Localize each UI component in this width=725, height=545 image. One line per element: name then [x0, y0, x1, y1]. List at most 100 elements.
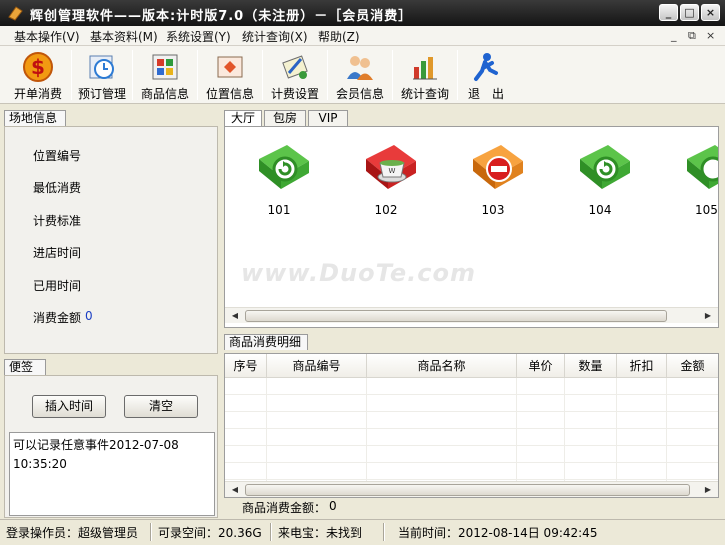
status-current-time: 当前时间：2012-08-14日 09:42:45 — [398, 526, 598, 540]
money-icon: $ — [23, 52, 53, 82]
exit-icon — [474, 53, 498, 81]
room-number: 102 — [374, 203, 398, 217]
column-header-quantity[interactable]: 数量 — [565, 354, 617, 378]
scroll-thumb[interactable] — [245, 484, 690, 496]
room-103[interactable]: 103 — [457, 135, 529, 225]
venue-tab[interactable]: 场地信息 — [4, 110, 66, 126]
tab-hall[interactable]: 大厅 — [224, 110, 262, 127]
tab-vip[interactable]: VIP — [308, 110, 348, 126]
detail-scrollbar[interactable]: ◀ ▶ — [225, 481, 718, 497]
room-occupied-icon: W — [366, 145, 416, 189]
status-caller-device: 来电宝：未找到 — [278, 526, 363, 540]
room-104[interactable]: 104 — [564, 135, 636, 225]
clear-button[interactable]: 清空 — [124, 395, 198, 418]
billing-icon — [282, 55, 308, 79]
room-number: 103 — [481, 203, 505, 217]
room-101[interactable]: 101 — [243, 135, 315, 225]
scroll-left-arrow-icon[interactable]: ◀ — [227, 308, 243, 324]
tab-private-room[interactable]: 包房 — [264, 110, 306, 126]
venue-info-panel: 位置编号 最低消费 计费标准 进店时间 已用时间 消费金额 0 — [4, 126, 218, 354]
room-available-icon — [259, 145, 309, 189]
column-header-unit-price[interactable]: 单价 — [517, 354, 565, 378]
consumption-amount-value: 0 — [85, 309, 93, 323]
room-disabled-icon — [473, 145, 523, 189]
room-number: 104 — [588, 203, 612, 217]
column-header-discount[interactable]: 折扣 — [617, 354, 667, 378]
scroll-right-arrow-icon[interactable]: ▶ — [700, 482, 716, 497]
menu-bar: 基本操作(V) 基本资料(M) 系统设置(Y) 统计查询(X) 帮助(Z) _ … — [0, 26, 725, 46]
menu-help[interactable]: 帮助(Z) — [318, 28, 360, 45]
detail-tab[interactable]: 商品消费明细 — [224, 334, 308, 350]
booking-button[interactable]: 预订管理 — [73, 48, 131, 102]
goods-button[interactable]: 商品信息 — [134, 48, 196, 102]
billing-settings-button[interactable]: 计费设置 — [264, 48, 326, 102]
room-available-icon — [687, 145, 718, 189]
status-storage-space: 可录空间：20.36G — [158, 526, 262, 540]
min-consumption-label: 最低消费 — [33, 181, 82, 195]
watermark: www.DuoTe.com — [241, 259, 476, 287]
svg-text:$: $ — [31, 55, 45, 79]
members-icon — [347, 56, 373, 80]
goods-icon — [152, 54, 178, 80]
booking-icon — [89, 55, 114, 79]
members-button[interactable]: 会员信息 — [329, 48, 391, 102]
goods-total-value: 0 — [329, 499, 337, 513]
scroll-left-arrow-icon[interactable]: ◀ — [227, 482, 243, 497]
consumption-amount-label: 消费金额 — [33, 311, 82, 325]
statistics-button[interactable]: 统计查询 — [394, 48, 456, 102]
billing-settings-label: 计费设置 — [270, 87, 319, 101]
memo-tab[interactable]: 便签 — [4, 359, 46, 375]
menu-basic-data[interactable]: 基本资料(M) — [90, 28, 158, 45]
room-105[interactable]: 105 — [671, 135, 718, 225]
mdi-close-button[interactable]: × — [706, 29, 715, 42]
position-number-label: 位置编号 — [33, 149, 82, 163]
goods-total-label: 商品消费金额： — [242, 501, 327, 515]
column-header-serial[interactable]: 序号 — [225, 354, 267, 378]
open-bill-button[interactable]: $ 开单消费 — [6, 48, 70, 102]
scroll-right-arrow-icon[interactable]: ▶ — [700, 308, 716, 324]
column-header-amount[interactable]: 金额 — [667, 354, 718, 378]
menu-statistics[interactable]: 统计查询(X) — [242, 28, 308, 45]
room-area: 101 W 102 103 104 105 www.DuoTe.com ◀ ▶ — [224, 126, 719, 328]
toolbar: $ 开单消费 预订管理 商品信息 位置信息 计费设置 会员信息 统计查询 退 出 — [0, 46, 725, 104]
booking-label: 预订管理 — [77, 87, 126, 101]
stats-icon — [413, 57, 437, 80]
menu-system-settings[interactable]: 系统设置(Y) — [166, 28, 231, 45]
title-bar: 辉创管理软件——版本:计时版7.0（未注册）－［会员消费］ _ □ × — [0, 0, 725, 26]
billing-standard-label: 计费标准 — [33, 214, 82, 228]
memo-textarea[interactable]: 可以记录任意事件2012-07-08 10:35:20 — [9, 432, 215, 516]
status-bar: 登录操作员：超级管理员 可录空间：20.36G 来电宝：未找到 当前时间：201… — [0, 519, 725, 545]
room-available-icon — [580, 145, 630, 189]
column-header-goods-name[interactable]: 商品名称 — [367, 354, 517, 378]
goods-consumption-table: 序号 商品编号 商品名称 单价 数量 折扣 金额 ◀ ▶ — [224, 353, 719, 498]
maximize-button[interactable]: □ — [680, 4, 699, 21]
menu-basic-ops[interactable]: 基本操作(V) — [14, 28, 80, 45]
window-title: 辉创管理软件——版本:计时版7.0（未注册）－［会员消费］ — [30, 9, 413, 24]
mdi-restore-button[interactable]: ⧉ — [688, 29, 696, 43]
status-operator: 登录操作员：超级管理员 — [6, 526, 139, 540]
open-bill-label: 开单消费 — [13, 87, 62, 101]
memo-panel: 插入时间 清空 可以记录任意事件2012-07-08 10:35:20 — [4, 375, 218, 518]
minimize-button[interactable]: _ — [659, 4, 678, 21]
room-scrollbar[interactable]: ◀ ▶ — [225, 307, 718, 323]
goods-label: 商品信息 — [140, 87, 189, 101]
svg-text:W: W — [389, 167, 396, 175]
location-icon — [217, 56, 243, 78]
statistics-label: 统计查询 — [400, 87, 449, 101]
room-102[interactable]: W 102 — [350, 135, 422, 225]
exit-label: 退 出 — [467, 87, 504, 101]
location-label: 位置信息 — [205, 87, 254, 101]
location-button[interactable]: 位置信息 — [199, 48, 261, 102]
column-header-goods-code[interactable]: 商品编号 — [267, 354, 367, 378]
members-label: 会员信息 — [335, 87, 384, 101]
elapsed-time-label: 已用时间 — [33, 279, 82, 293]
entry-time-label: 进店时间 — [33, 246, 82, 260]
mdi-minimize-button[interactable]: _ — [671, 29, 677, 42]
close-button[interactable]: × — [701, 4, 720, 21]
room-number: 105 — [695, 203, 718, 217]
insert-time-button[interactable]: 插入时间 — [32, 395, 106, 418]
exit-button[interactable]: 退 出 — [459, 48, 513, 102]
scroll-thumb[interactable] — [245, 310, 667, 322]
app-icon — [8, 6, 23, 21]
room-number: 101 — [267, 203, 291, 217]
